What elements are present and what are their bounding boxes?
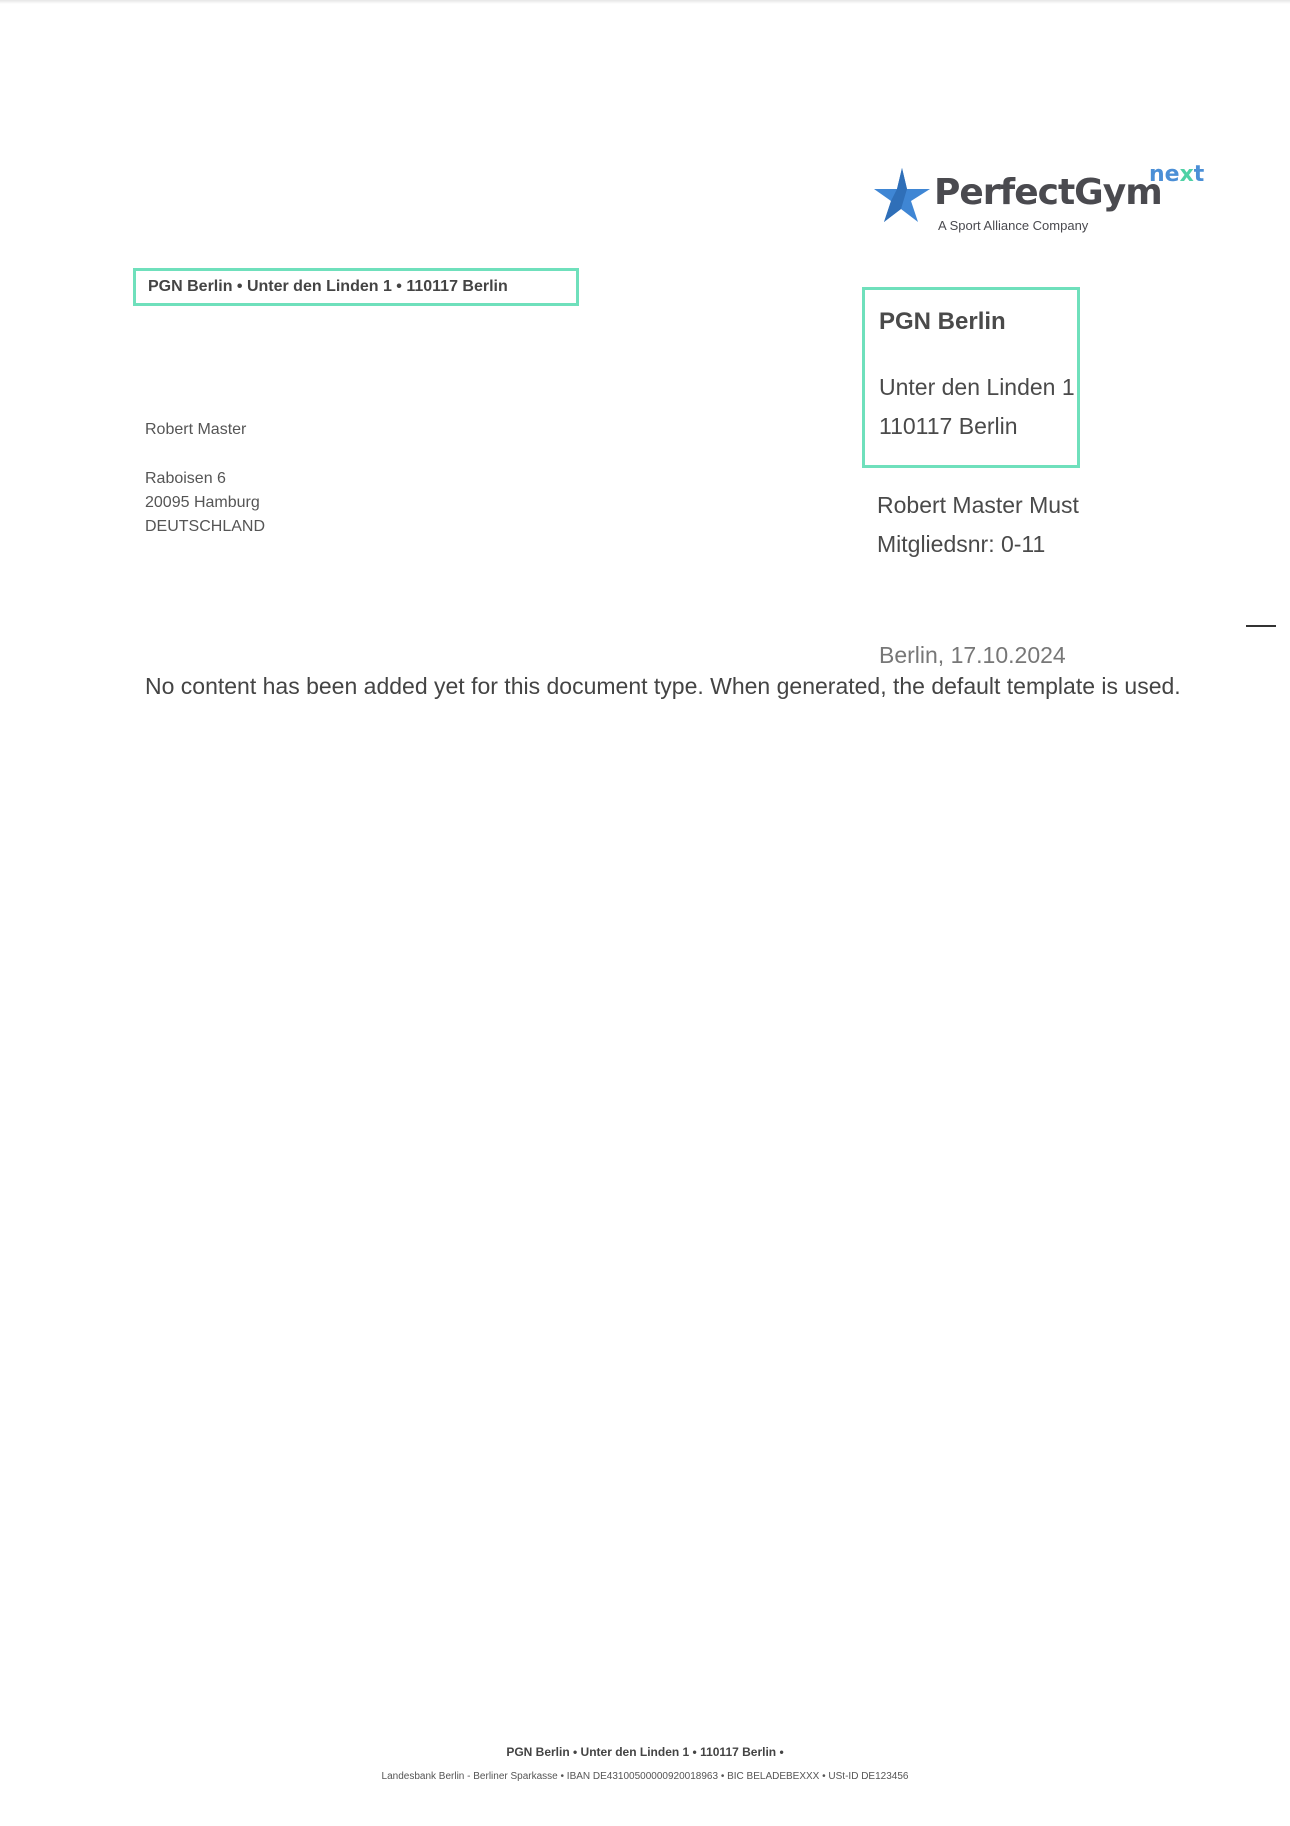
member-number: Mitgliedsnr: 0-11	[877, 531, 1046, 557]
logo-next-prefix: ne	[1149, 162, 1180, 187]
recipient-city: 20095 Hamburg	[145, 494, 260, 511]
fold-mark	[1246, 625, 1276, 627]
footer-address: PGN Berlin • Unter den Linden 1 • 110117…	[506, 1745, 784, 1759]
perfectgym-logo: PerfectGym next A Sport Alliance Company	[874, 162, 1214, 242]
letter-date: Berlin, 17.10.2024	[879, 642, 1066, 668]
footer-bank-details: Landesbank Berlin - Berliner Sparkasse •…	[381, 1771, 909, 1782]
sender-street: Unter den Linden 1	[879, 374, 1075, 400]
logo-next-badge: next	[1149, 162, 1204, 187]
logo-wordmark: PerfectGym	[934, 172, 1163, 213]
top-shadow	[0, 0, 1290, 4]
logo-tagline: A Sport Alliance Company	[938, 218, 1089, 233]
return-address: PGN Berlin • Unter den Linden 1 • 110117…	[133, 268, 579, 306]
recipient-country: DEUTSCHLAND	[145, 518, 266, 535]
document-page: PerfectGym next A Sport Alliance Company…	[0, 0, 1290, 1826]
recipient-name: Robert Master	[145, 421, 247, 438]
sender-info-box: PGN Berlin Unter den Linden 1 110117 Ber…	[862, 287, 1080, 468]
sender-name: PGN Berlin	[879, 308, 1006, 335]
logo-next-suffix: t	[1193, 162, 1205, 187]
letter-body: No content has been added yet for this d…	[145, 673, 1181, 699]
logo-next-x: x	[1179, 162, 1194, 187]
member-name: Robert Master Must	[877, 492, 1079, 518]
star-icon	[874, 168, 930, 222]
recipient-street: Raboisen 6	[145, 470, 226, 487]
sender-city: 110117 Berlin	[879, 413, 1018, 439]
